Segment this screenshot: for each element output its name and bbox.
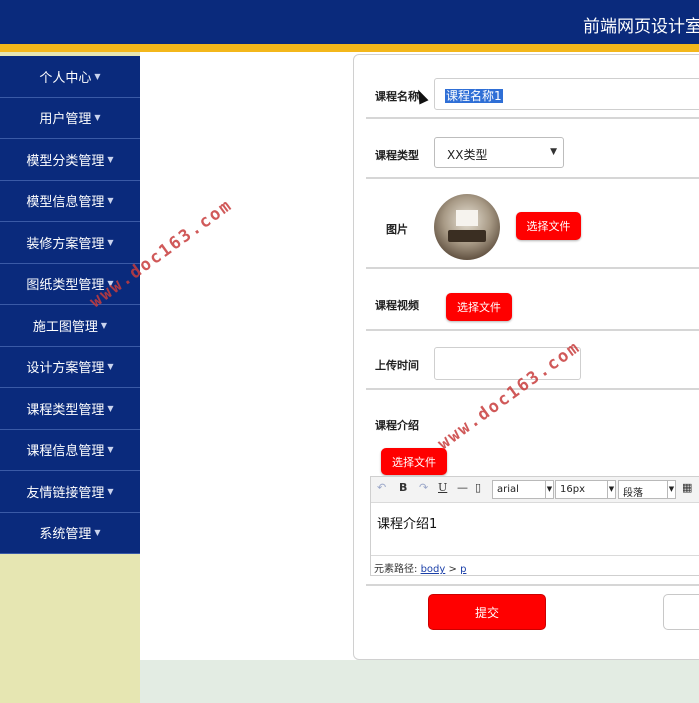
top-header: 前端网页设计室内 <box>0 0 699 44</box>
upload-time-label: 上传时间 <box>375 359 419 372</box>
chevron-down-icon: ▼ <box>545 481 553 498</box>
image-preview <box>434 194 500 260</box>
sidebar-item-label: 课程信息管理 <box>26 444 105 460</box>
chevron-down-icon: ▼ <box>107 486 114 496</box>
sidebar-item-decoration-plan[interactable]: 装修方案管理 ▼ <box>0 222 140 264</box>
element-path-bar: 元素路径: body > p <box>371 555 699 576</box>
chevron-down-icon: ▼ <box>667 481 675 498</box>
sidebar-item-model-category[interactable]: 模型分类管理 ▼ <box>0 139 140 181</box>
page-icon[interactable]: ▯ <box>475 481 481 494</box>
chevron-down-icon: ▼ <box>107 237 114 247</box>
course-name-input[interactable]: 课程名称1 <box>434 78 699 110</box>
chevron-down-icon: ▼ <box>107 362 114 372</box>
undo-icon[interactable]: ↶ <box>377 481 386 494</box>
chevron-down-icon: ▼ <box>94 71 101 81</box>
video-upload-button[interactable]: 选择文件 <box>446 293 512 321</box>
image-upload-button[interactable]: 选择文件 <box>516 212 581 240</box>
sidebar-menu: 个人中心 ▼ 用户管理 ▼ 模型分类管理 ▼ 模型信息管理 ▼ 装修方案管理 ▼ 图纸类型… <box>0 56 140 554</box>
sidebar-item-label: 设计方案管理 <box>26 361 105 377</box>
row-divider <box>366 267 699 269</box>
course-type-value: XX类型 <box>447 148 488 162</box>
submit-button[interactable]: 提交 <box>428 594 546 630</box>
chevron-down-icon: ▼ <box>607 481 615 498</box>
sidebar: 个人中心 ▼ 用户管理 ▼ 模型分类管理 ▼ 模型信息管理 ▼ 装修方案管理 ▼ 图纸类型… <box>0 52 140 703</box>
course-type-label: 课程类型 <box>375 149 419 162</box>
editor-toolbar: ↶ B ↷ U — ▯ arial ▼ 16px ▼ 段落 ▼ ▦ <box>371 477 699 503</box>
chevron-down-icon: ▼ <box>550 147 557 157</box>
intro-upload-button[interactable]: 选择文件 <box>381 448 447 475</box>
sidebar-item-friend-links[interactable]: 友情链接管理 ▼ <box>0 471 140 513</box>
sidebar-item-label: 个人中心 <box>39 70 92 86</box>
image-window <box>456 210 478 226</box>
sidebar-item-label: 系统管理 <box>39 527 92 543</box>
sidebar-item-label: 模型分类管理 <box>26 153 105 169</box>
sidebar-item-design-plan[interactable]: 设计方案管理 ▼ <box>0 347 140 388</box>
paragraph-select[interactable]: 段落 ▼ <box>618 480 676 499</box>
sidebar-item-course-info[interactable]: 课程信息管理 ▼ <box>0 430 140 471</box>
sidebar-item-label: 施工图管理 <box>32 319 98 335</box>
row-divider <box>366 177 699 179</box>
content-footer-band <box>140 660 699 703</box>
chevron-down-icon: ▼ <box>94 528 101 538</box>
sidebar-item-course-type[interactable]: 课程类型管理 ▼ <box>0 388 140 430</box>
sidebar-item-label: 友情链接管理 <box>26 485 105 501</box>
element-path-p-link[interactable]: p <box>460 564 466 575</box>
course-type-select[interactable]: XX类型 ▼ <box>434 137 564 168</box>
site-title: 前端网页设计室内 <box>583 17 699 37</box>
element-path-label: 元素路径: <box>374 564 418 575</box>
sidebar-item-label: 用户管理 <box>39 112 92 128</box>
sidebar-item-personal-center[interactable]: 个人中心 ▼ <box>0 56 140 98</box>
font-family-select[interactable]: arial ▼ <box>492 480 554 499</box>
font-family-value: arial <box>497 484 519 495</box>
element-path-body-link[interactable]: body <box>421 564 446 575</box>
table-icon[interactable]: ▦ <box>682 481 692 494</box>
sidebar-item-user-management[interactable]: 用户管理 ▼ <box>0 98 140 139</box>
bold-button[interactable]: B <box>399 481 407 494</box>
sidebar-item-system[interactable]: 系统管理 ▼ <box>0 513 140 554</box>
course-name-value: 课程名称1 <box>445 89 503 103</box>
row-divider <box>366 117 699 119</box>
chevron-down-icon: ▼ <box>94 113 101 123</box>
image-label: 图片 <box>386 223 408 236</box>
video-label: 课程视频 <box>375 299 419 312</box>
chevron-down-icon: ▼ <box>107 445 114 455</box>
sidebar-item-model-info[interactable]: 模型信息管理 ▼ <box>0 181 140 222</box>
row-divider <box>366 329 699 331</box>
horizontal-rule-button[interactable]: — <box>457 481 468 494</box>
chevron-down-icon: ▼ <box>107 154 114 164</box>
chevron-down-icon: ▼ <box>107 403 114 413</box>
sidebar-item-label: 装修方案管理 <box>26 236 105 252</box>
sidebar-item-construction-drawing[interactable]: 施工图管理 ▼ <box>0 305 140 347</box>
image-table <box>448 230 486 242</box>
redo-icon[interactable]: ↷ <box>419 481 428 494</box>
font-size-select[interactable]: 16px ▼ <box>555 480 616 499</box>
element-path-separator: > <box>448 564 457 575</box>
secondary-button[interactable] <box>663 594 699 630</box>
header-stripe <box>0 44 699 52</box>
intro-label: 课程介绍 <box>375 419 419 432</box>
sidebar-item-label: 课程类型管理 <box>26 402 105 418</box>
editor-content[interactable]: 课程介绍1 <box>377 513 437 532</box>
sidebar-item-label: 模型信息管理 <box>26 195 105 211</box>
row-divider <box>366 584 699 586</box>
paragraph-value: 段落 <box>623 488 643 499</box>
chevron-down-icon: ▼ <box>107 196 114 206</box>
rich-text-editor: ↶ B ↷ U — ▯ arial ▼ 16px ▼ 段落 ▼ ▦ 课程介绍1 … <box>370 476 699 576</box>
chevron-down-icon: ▼ <box>100 320 108 330</box>
font-size-value: 16px <box>560 484 585 495</box>
underline-button[interactable]: U <box>438 481 447 494</box>
course-name-label: 课程名称 <box>375 90 419 103</box>
